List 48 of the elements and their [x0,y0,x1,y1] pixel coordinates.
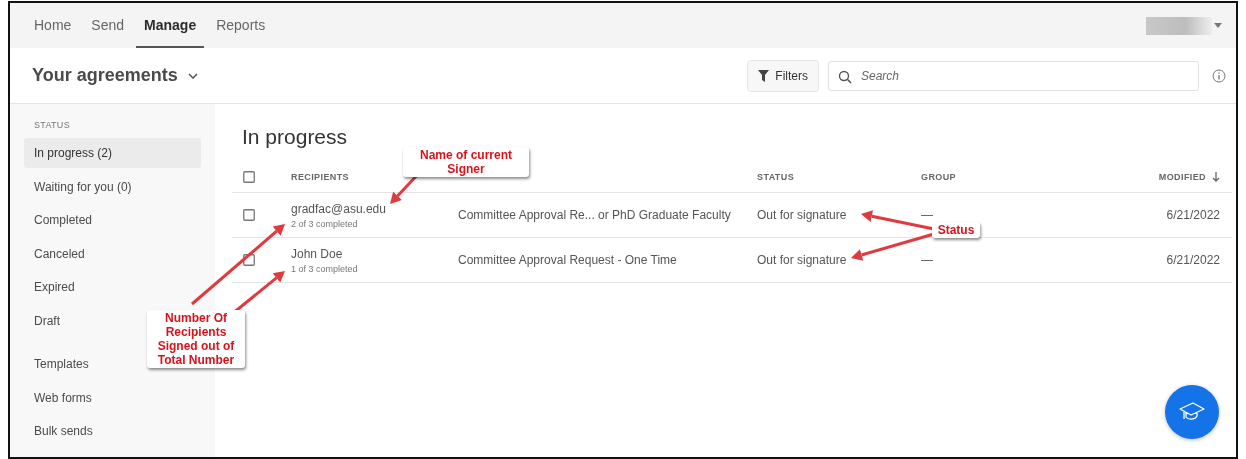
group-cell: — [921,253,933,267]
sidebar-item[interactable]: Expired [24,272,85,302]
filters-button[interactable]: Filters [747,59,819,92]
agreement-name[interactable]: Committee Approval Re... or PhD Graduate Faculty [458,208,731,222]
annotation-callout: Name of current Signer [403,147,529,177]
nav-tab[interactable]: Home [26,3,80,48]
annotation-callout: Status [932,222,980,238]
annotation-callout: Number Of Recipients Signed out of Total Number [147,310,245,368]
caret-icon[interactable] [1214,22,1222,29]
sidebar-link[interactable]: Templates [24,349,99,379]
modified-date: 6/21/2022 [1166,253,1220,267]
nav-tab[interactable]: Reports [208,3,274,48]
status-cell: Out for signature [757,208,847,222]
nav-tab[interactable]: Send [83,3,133,48]
sidebar-item[interactable]: In progress (2) [24,138,201,168]
search-field[interactable]: Search [828,60,1199,91]
signer-count-text: 1 of 3 completed [291,263,358,274]
recipient-name[interactable]: gradfac@asu.edu [291,201,386,216]
status-cell: Out for signature [757,253,847,267]
info-icon[interactable] [1212,68,1226,83]
recipient-name[interactable]: John Doe [291,246,358,261]
group-cell: — [921,208,933,222]
sidebar-link[interactable]: Web forms [24,382,102,413]
sidebar-item[interactable]: Completed [24,205,103,235]
section-heading: STATUS [33,120,71,130]
column-header[interactable]: RECIPIENTS [291,171,349,182]
column-header[interactable]: STATUS [757,171,795,182]
checkbox[interactable] [243,254,255,266]
signer-count-text: 2 of 3 completed [291,218,359,229]
sidebar-link[interactable]: Bulk sends [24,416,103,446]
nav-tab[interactable]: Manage [136,3,205,48]
checkbox[interactable] [243,209,255,221]
sidebar-item[interactable]: Draft [24,305,70,336]
sidebar-item[interactable]: Waiting for you (0) [24,171,142,202]
page-title: In progress [242,124,349,150]
agreements-dropdown[interactable]: Your agreements [32,65,198,86]
column-header[interactable]: MODIFIED [1158,171,1206,182]
agreement-name[interactable]: Committee Approval Request - One Time [458,253,677,267]
checkbox[interactable] [243,170,255,183]
redacted-name [1146,16,1212,35]
funnel-icon [758,69,770,82]
column-header[interactable]: GROUP [921,171,956,182]
sidebar-item[interactable]: Canceled [24,238,95,269]
sort-arrow-icon[interactable] [1212,171,1220,182]
chevron-down-icon [187,72,198,79]
modified-date: 6/21/2022 [1166,208,1220,222]
search-icon [838,69,852,84]
learning-button[interactable] [1165,385,1219,439]
